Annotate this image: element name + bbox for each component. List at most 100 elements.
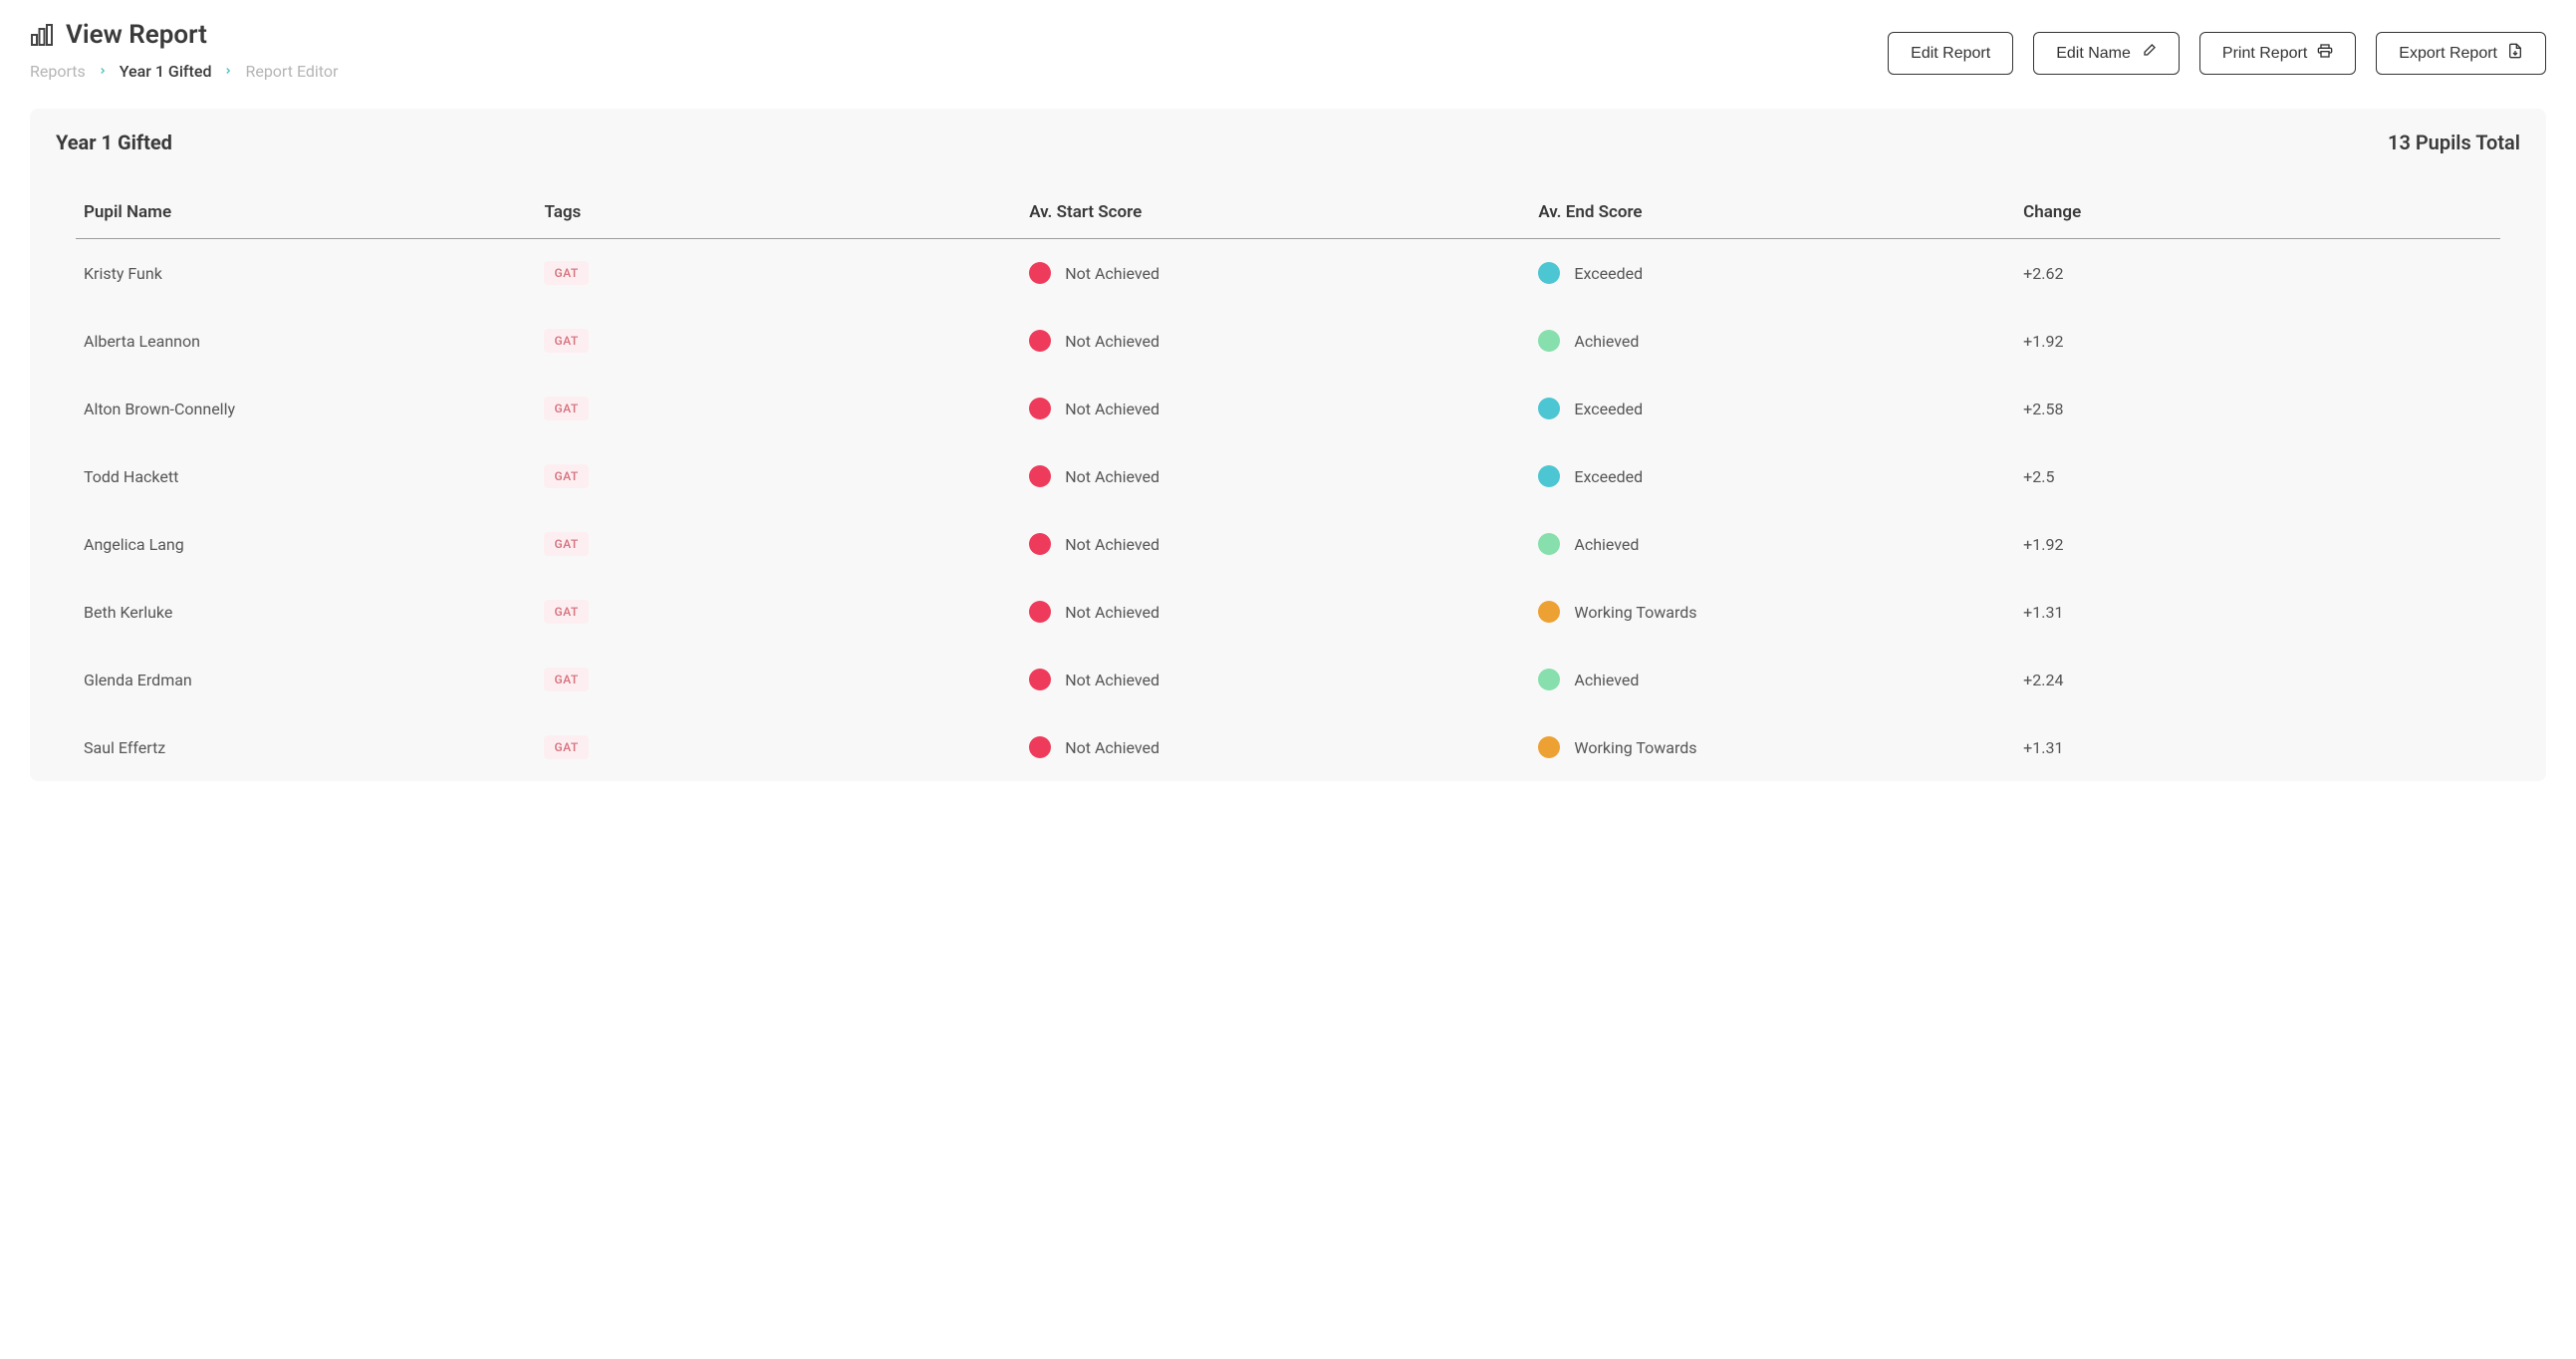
tags-cell: GAT xyxy=(536,578,1021,646)
table-row[interactable]: Angelica Lang GAT Not Achieved Achieved +1.9… xyxy=(76,510,2500,578)
table-header-row: Pupil Name Tags Av. Start Score Av. End … xyxy=(76,190,2500,239)
table-row[interactable]: Kristy Funk GAT Not Achieved Exceeded +2.62 xyxy=(76,239,2500,308)
status-dot-icon xyxy=(1029,601,1051,623)
tags-cell: GAT xyxy=(536,510,1021,578)
col-header-end[interactable]: Av. End Score xyxy=(1530,190,2015,239)
start-score-label: Not Achieved xyxy=(1065,467,1159,486)
tag-pill: GAT xyxy=(544,261,588,285)
tags-cell: GAT xyxy=(536,239,1021,308)
tags-cell: GAT xyxy=(536,375,1021,442)
status-dot-icon xyxy=(1538,465,1560,487)
tags-cell: GAT xyxy=(536,307,1021,375)
pupil-name-cell: Alberta Leannon xyxy=(76,307,536,375)
col-header-change[interactable]: Change xyxy=(2015,190,2500,239)
change-cell: +2.62 xyxy=(2015,239,2500,308)
start-score-cell: Not Achieved xyxy=(1021,713,1530,781)
start-score-cell: Not Achieved xyxy=(1021,375,1530,442)
table-row[interactable]: Glenda ErdmanGATNot AchievedAchieved+2.2… xyxy=(76,646,2500,713)
pupil-name-cell: Kristy Funk xyxy=(76,239,536,308)
pupil-name-cell: Alton Brown-Connelly xyxy=(76,375,536,442)
tag-pill: GAT xyxy=(544,735,588,759)
table-row[interactable]: Saul Effertz GAT Not Achieved Working Towar… xyxy=(76,713,2500,781)
tags-cell: GAT xyxy=(536,442,1021,510)
col-header-start[interactable]: Av. Start Score xyxy=(1021,190,1530,239)
print-report-button[interactable]: Print Report xyxy=(2199,32,2356,75)
status-dot-icon xyxy=(1029,669,1051,690)
end-score-label: Working Towards xyxy=(1574,738,1696,757)
status-dot-icon xyxy=(1029,736,1051,758)
status-dot-icon xyxy=(1538,330,1560,352)
panel-title: Year 1 Gifted xyxy=(56,131,172,154)
report-panel: Year 1 Gifted 13 Pupils Total Pupil Name… xyxy=(30,109,2546,781)
header-left: View Report Reports Year 1 Gifted Report… xyxy=(30,20,338,81)
page-title: View Report xyxy=(66,20,207,50)
status-dot-icon xyxy=(1029,262,1051,284)
status-dot-icon xyxy=(1029,398,1051,419)
end-score-cell: Exceeded xyxy=(1530,375,2015,442)
end-score-cell: Working Towards xyxy=(1530,578,2015,646)
end-score-label: Working Towards xyxy=(1574,603,1696,622)
start-score-cell: Not Achieved xyxy=(1021,442,1530,510)
start-score-label: Not Achieved xyxy=(1065,332,1159,351)
tag-pill: GAT xyxy=(544,464,588,488)
start-score-label: Not Achieved xyxy=(1065,671,1159,689)
status-dot-icon xyxy=(1538,262,1560,284)
change-cell: +1.92 xyxy=(2015,510,2500,578)
pupil-name-cell: Beth Kerluke xyxy=(76,578,536,646)
status-dot-icon xyxy=(1538,601,1560,623)
tag-pill: GAT xyxy=(544,329,588,353)
breadcrumb-group[interactable]: Year 1 Gifted xyxy=(120,62,212,81)
start-score-cell: Not Achieved xyxy=(1021,510,1530,578)
start-score-label: Not Achieved xyxy=(1065,400,1159,418)
tag-pill: GAT xyxy=(544,532,588,556)
status-dot-icon xyxy=(1029,465,1051,487)
panel-header: Year 1 Gifted 13 Pupils Total xyxy=(54,131,2522,154)
breadcrumb: Reports Year 1 Gifted Report Editor xyxy=(30,62,338,81)
breadcrumb-root[interactable]: Reports xyxy=(30,62,86,81)
tag-pill: GAT xyxy=(544,397,588,420)
title-row: View Report xyxy=(30,20,338,50)
end-score-cell: Exceeded xyxy=(1530,442,2015,510)
pupil-name-cell: Todd Hackett xyxy=(76,442,536,510)
col-header-tags[interactable]: Tags xyxy=(536,190,1021,239)
table-row[interactable]: Beth Kerluke GAT Not Achieved Working Towar… xyxy=(76,578,2500,646)
breadcrumb-leaf[interactable]: Report Editor xyxy=(245,62,338,81)
chevron-right-icon xyxy=(98,65,108,79)
button-label: Export Report xyxy=(2399,45,2497,63)
start-score-label: Not Achieved xyxy=(1065,264,1159,283)
status-dot-icon xyxy=(1538,669,1560,690)
change-cell: +2.58 xyxy=(2015,375,2500,442)
start-score-cell: Not Achieved xyxy=(1021,578,1530,646)
pencil-icon xyxy=(2141,43,2157,64)
pupil-count: 13 Pupils Total xyxy=(2388,131,2520,154)
tags-cell: GAT xyxy=(536,713,1021,781)
pupil-name-cell: Glenda Erdman xyxy=(76,646,536,713)
tags-cell: GAT xyxy=(536,646,1021,713)
pupil-name-cell: Saul Effertz xyxy=(76,713,536,781)
status-dot-icon xyxy=(1538,398,1560,419)
edit-report-button[interactable]: Edit Report xyxy=(1888,32,2013,75)
edit-name-button[interactable]: Edit Name xyxy=(2033,32,2180,75)
end-score-cell: Achieved xyxy=(1530,646,2015,713)
table-row[interactable]: Alberta LeannonGATNot AchievedAchieved+1… xyxy=(76,307,2500,375)
end-score-label: Exceeded xyxy=(1574,264,1643,283)
chart-icon xyxy=(30,23,54,47)
table-row[interactable]: Todd HackettGATNot AchievedExceeded+2.5 xyxy=(76,442,2500,510)
change-cell: +1.31 xyxy=(2015,578,2500,646)
col-header-name[interactable]: Pupil Name xyxy=(76,190,536,239)
end-score-cell: Exceeded xyxy=(1530,239,2015,308)
change-cell: +1.31 xyxy=(2015,713,2500,781)
export-report-button[interactable]: Export Report xyxy=(2376,32,2546,75)
end-score-label: Achieved xyxy=(1574,535,1639,554)
start-score-label: Not Achieved xyxy=(1065,535,1159,554)
end-score-cell: Achieved xyxy=(1530,307,2015,375)
button-label: Print Report xyxy=(2222,45,2307,63)
status-dot-icon xyxy=(1029,330,1051,352)
table-row[interactable]: Alton Brown-Connelly GAT Not Achieved Excee… xyxy=(76,375,2500,442)
start-score-cell: Not Achieved xyxy=(1021,307,1530,375)
end-score-cell: Achieved xyxy=(1530,510,2015,578)
tag-pill: GAT xyxy=(544,600,588,624)
pupil-name-cell: Angelica Lang xyxy=(76,510,536,578)
end-score-label: Achieved xyxy=(1574,332,1639,351)
button-label: Edit Name xyxy=(2056,45,2131,63)
